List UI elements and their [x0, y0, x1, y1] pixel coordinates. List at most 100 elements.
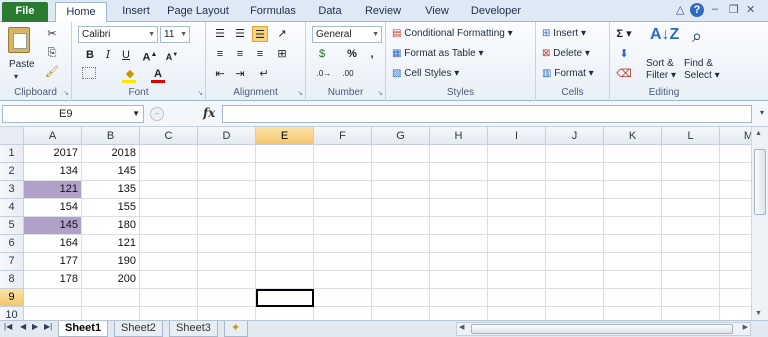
cell-b6[interactable]: 121: [82, 235, 140, 253]
cell-f3[interactable]: [314, 181, 372, 199]
scroll-left-icon[interactable]: ◀: [459, 323, 464, 331]
sheet-tab-1[interactable]: Sheet1: [58, 321, 109, 337]
cell-a6[interactable]: 164: [24, 235, 82, 253]
horizontal-scrollbar[interactable]: ◀ ▶: [456, 322, 751, 336]
window-minimize-icon[interactable]: –: [712, 3, 718, 15]
cell-k10[interactable]: [604, 307, 662, 320]
cell-a7[interactable]: 177: [24, 253, 82, 271]
name-box[interactable]: E9 ▼: [2, 105, 144, 123]
cell-h8[interactable]: [430, 271, 488, 289]
orientation-icon[interactable]: ↗: [274, 26, 290, 42]
tab-file[interactable]: File: [2, 2, 48, 22]
cell-f6[interactable]: [314, 235, 372, 253]
cell-f7[interactable]: [314, 253, 372, 271]
cell-b3[interactable]: 135: [82, 181, 140, 199]
alignment-launcher-icon[interactable]: ↘: [297, 89, 303, 97]
cell-b10[interactable]: [82, 307, 140, 320]
cell-h6[interactable]: [430, 235, 488, 253]
cell-j8[interactable]: [546, 271, 604, 289]
increase-indent-icon[interactable]: ⇥: [232, 66, 248, 82]
horizontal-scroll-thumb[interactable]: [471, 324, 733, 334]
cell-i3[interactable]: [488, 181, 546, 199]
decrease-indent-icon[interactable]: ⇤: [212, 66, 228, 82]
row-header-8[interactable]: 8: [0, 271, 24, 289]
cell-i9[interactable]: [488, 289, 546, 307]
cell-f5[interactable]: [314, 217, 372, 235]
cell-h2[interactable]: [430, 163, 488, 181]
cell-i1[interactable]: [488, 145, 546, 163]
cell-b8[interactable]: 200: [82, 271, 140, 289]
cell-c7[interactable]: [140, 253, 198, 271]
first-sheet-icon[interactable]: |◀: [4, 322, 12, 331]
cell-e7[interactable]: [256, 253, 314, 271]
cell-g8[interactable]: [372, 271, 430, 289]
minimize-ribbon-icon[interactable]: △: [676, 3, 684, 16]
cell-g9[interactable]: [372, 289, 430, 307]
cell-styles-button[interactable]: ▧ Cell Styles ▾: [392, 68, 459, 79]
format-cells-button[interactable]: ▥ Format ▾: [542, 68, 594, 79]
cell-j9[interactable]: [546, 289, 604, 307]
cut-icon[interactable]: ✂: [44, 26, 60, 42]
cell-f9[interactable]: [314, 289, 372, 307]
cell-e9[interactable]: [256, 289, 314, 307]
cell-c3[interactable]: [140, 181, 198, 199]
scroll-right-icon[interactable]: ▶: [743, 323, 748, 331]
row-header-3[interactable]: 3: [0, 181, 24, 199]
cell-d9[interactable]: [198, 289, 256, 307]
column-header-l[interactable]: L: [662, 127, 720, 145]
find-select-button[interactable]: Select ▾: [684, 70, 720, 81]
cell-e4[interactable]: [256, 199, 314, 217]
paste-button[interactable]: Paste: [9, 59, 35, 70]
sort-filter-button[interactable]: Filter ▾: [646, 70, 676, 81]
cell-f10[interactable]: [314, 307, 372, 320]
cell-a3[interactable]: 121: [24, 181, 82, 199]
cell-f1[interactable]: [314, 145, 372, 163]
cell-e10[interactable]: [256, 307, 314, 320]
number-format-select[interactable]: General ▼: [312, 26, 382, 43]
cell-g7[interactable]: [372, 253, 430, 271]
increase-decimal-icon[interactable]: .0→: [314, 66, 334, 82]
cell-k4[interactable]: [604, 199, 662, 217]
cell-c1[interactable]: [140, 145, 198, 163]
row-header-5[interactable]: 5: [0, 217, 24, 235]
cell-k2[interactable]: [604, 163, 662, 181]
cell-j1[interactable]: [546, 145, 604, 163]
cell-d5[interactable]: [198, 217, 256, 235]
cell-a5[interactable]: 145: [24, 217, 82, 235]
cell-h1[interactable]: [430, 145, 488, 163]
insert-cells-button[interactable]: ⊞ Insert ▾: [542, 28, 586, 39]
cell-d2[interactable]: [198, 163, 256, 181]
percent-button[interactable]: %: [344, 46, 360, 62]
cell-j4[interactable]: [546, 199, 604, 217]
column-header-a[interactable]: A: [24, 127, 82, 145]
row-header-6[interactable]: 6: [0, 235, 24, 253]
merge-center-icon[interactable]: ⊞: [274, 46, 290, 62]
cell-b4[interactable]: 155: [82, 199, 140, 217]
fill-icon[interactable]: ⬇: [616, 46, 632, 62]
cell-l10[interactable]: [662, 307, 720, 320]
delete-cells-button[interactable]: ⊠ Delete ▾: [542, 48, 590, 59]
cell-k3[interactable]: [604, 181, 662, 199]
cell-k6[interactable]: [604, 235, 662, 253]
column-header-b[interactable]: B: [82, 127, 140, 145]
sort-filter-label-top[interactable]: Sort &: [646, 58, 674, 69]
grow-font-icon[interactable]: A▲: [142, 47, 158, 64]
font-name-select[interactable]: Calibri ▼: [78, 26, 158, 43]
insert-sheet-icon[interactable]: ✦: [224, 321, 248, 337]
insert-function-icon[interactable]: fx: [203, 106, 215, 120]
cell-b7[interactable]: 190: [82, 253, 140, 271]
format-as-table-button[interactable]: ▦ Format as Table ▾: [392, 48, 484, 59]
vertical-scroll-thumb[interactable]: [754, 149, 766, 215]
cell-j6[interactable]: [546, 235, 604, 253]
sheet-tab-3[interactable]: Sheet3: [169, 321, 218, 337]
column-header-f[interactable]: F: [314, 127, 372, 145]
cell-a4[interactable]: 154: [24, 199, 82, 217]
vertical-scrollbar[interactable]: ▲ ▼: [751, 127, 768, 320]
cell-c2[interactable]: [140, 163, 198, 181]
scroll-up-icon[interactable]: ▲: [755, 130, 762, 137]
scroll-down-icon[interactable]: ▼: [755, 310, 762, 317]
row-header-2[interactable]: 2: [0, 163, 24, 181]
cell-h4[interactable]: [430, 199, 488, 217]
column-header-i[interactable]: I: [488, 127, 546, 145]
cell-l6[interactable]: [662, 235, 720, 253]
